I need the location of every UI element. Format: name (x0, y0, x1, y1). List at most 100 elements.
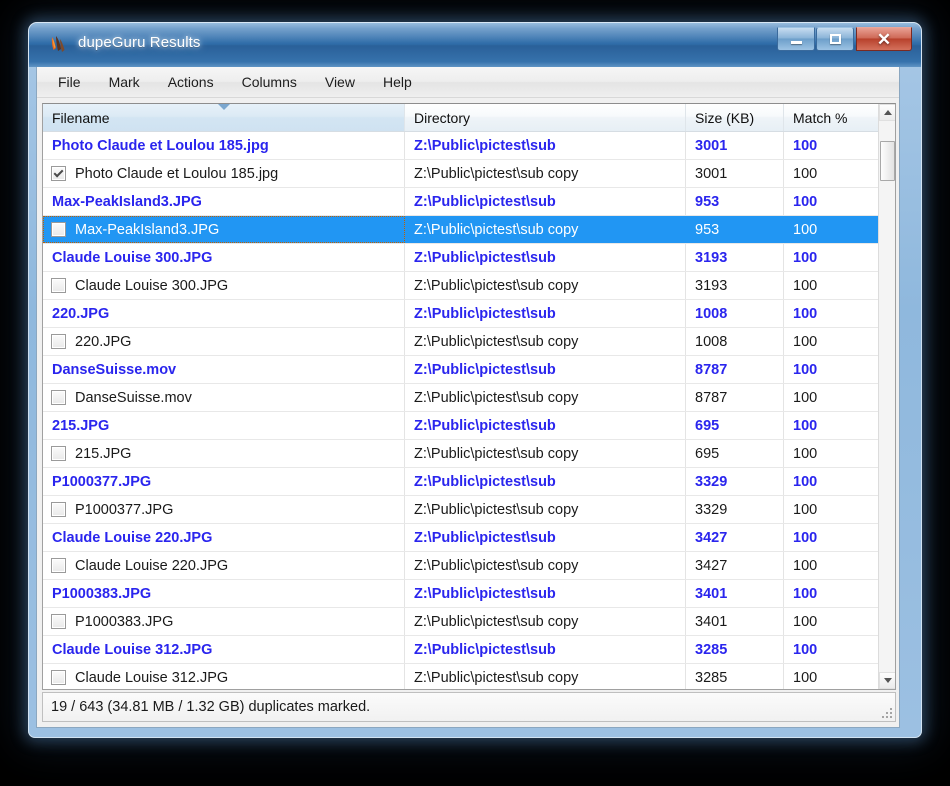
cell-size[interactable]: 695 (686, 440, 784, 467)
checkbox-unchecked-icon[interactable] (51, 502, 66, 517)
table-row[interactable]: P1000377.JPG Z:\Public\pictest\sub 3329 100 (43, 468, 880, 496)
cell-filename[interactable]: DanseSuisse.mov (43, 356, 405, 383)
cell-match[interactable]: 100 (784, 188, 880, 215)
cell-filename[interactable]: 215.JPG (43, 440, 405, 467)
cell-match[interactable]: 100 (784, 664, 880, 689)
cell-filename[interactable]: Max-PeakIsland3.JPG (43, 188, 405, 215)
table-row[interactable]: 220.JPG Z:\Public\pictest\sub 1008 100 (43, 300, 880, 328)
cell-size[interactable]: 3001 (686, 132, 784, 159)
cell-directory[interactable]: Z:\Public\pictest\sub copy (405, 552, 686, 579)
checkbox-checked-icon[interactable] (51, 166, 66, 181)
cell-size[interactable]: 3193 (686, 244, 784, 271)
cell-directory[interactable]: Z:\Public\pictest\sub copy (405, 664, 686, 689)
table-row[interactable]: Claude Louise 220.JPG Z:\Public\pictest\s… (43, 552, 880, 580)
table-row[interactable]: 215.JPG Z:\Public\pictest\sub 695 100 (43, 412, 880, 440)
cell-directory[interactable]: Z:\Public\pictest\sub copy (405, 216, 686, 243)
checkbox-unchecked-icon[interactable] (51, 334, 66, 349)
cell-directory[interactable]: Z:\Public\pictest\sub (405, 412, 686, 439)
cell-directory[interactable]: Z:\Public\pictest\sub (405, 468, 686, 495)
vertical-scrollbar[interactable] (878, 104, 895, 689)
table-row[interactable]: Claude Louise 300.JPG Z:\Public\pictest\s… (43, 272, 880, 300)
table-row[interactable]: 215.JPG Z:\Public\pictest\sub copy 695 100 (43, 440, 880, 468)
cell-filename[interactable]: P1000383.JPG (43, 608, 405, 635)
menu-item-help[interactable]: Help (370, 70, 425, 94)
cell-size[interactable]: 3329 (686, 468, 784, 495)
checkbox-unchecked-icon[interactable] (51, 446, 66, 461)
menu-item-columns[interactable]: Columns (229, 70, 310, 94)
cell-directory[interactable]: Z:\Public\pictest\sub copy (405, 160, 686, 187)
cell-filename[interactable]: Claude Louise 220.JPG (43, 524, 405, 551)
cell-size[interactable]: 1008 (686, 300, 784, 327)
cell-filename[interactable]: 220.JPG (43, 300, 405, 327)
cell-filename[interactable]: Claude Louise 300.JPG (43, 272, 405, 299)
cell-size[interactable]: 953 (686, 216, 784, 243)
maximize-button[interactable] (816, 27, 854, 51)
cell-match[interactable]: 100 (784, 524, 880, 551)
cell-size[interactable]: 3401 (686, 580, 784, 607)
table-row[interactable]: Max-PeakIsland3.JPG Z:\Public\pictest\sub… (43, 216, 880, 244)
menu-item-view[interactable]: View (312, 70, 368, 94)
table-row[interactable]: P1000383.JPG Z:\Public\pictest\sub copy 34… (43, 608, 880, 636)
title-bar[interactable]: dupeGuru Results ✕ (29, 23, 921, 67)
cell-size[interactable]: 3285 (686, 636, 784, 663)
table-row[interactable]: Claude Louise 312.JPG Z:\Public\pictest\s… (43, 664, 880, 689)
cell-filename[interactable]: P1000377.JPG (43, 468, 405, 495)
cell-directory[interactable]: Z:\Public\pictest\sub (405, 300, 686, 327)
table-row[interactable]: Photo Claude et Loulou 185.jpg Z:\Public\… (43, 132, 880, 160)
cell-size[interactable]: 3193 (686, 272, 784, 299)
cell-filename[interactable]: Claude Louise 220.JPG (43, 552, 405, 579)
cell-match[interactable]: 100 (784, 608, 880, 635)
resize-grip-icon[interactable] (879, 705, 892, 718)
table-row[interactable]: DanseSuisse.mov Z:\Public\pictest\sub 8787… (43, 356, 880, 384)
cell-size[interactable]: 695 (686, 412, 784, 439)
table-row[interactable]: 220.JPG Z:\Public\pictest\sub copy 1008 100 (43, 328, 880, 356)
cell-filename[interactable]: Max-PeakIsland3.JPG (43, 216, 405, 243)
cell-match[interactable]: 100 (784, 160, 880, 187)
table-row[interactable]: Claude Louise 220.JPG Z:\Public\pictest\s… (43, 524, 880, 552)
cell-size[interactable]: 8787 (686, 384, 784, 411)
cell-directory[interactable]: Z:\Public\pictest\sub (405, 244, 686, 271)
checkbox-unchecked-icon[interactable] (51, 390, 66, 405)
cell-match[interactable]: 100 (784, 440, 880, 467)
cell-size[interactable]: 953 (686, 188, 784, 215)
cell-filename[interactable]: DanseSuisse.mov (43, 384, 405, 411)
checkbox-unchecked-icon[interactable] (51, 278, 66, 293)
cell-size[interactable]: 3427 (686, 552, 784, 579)
close-button[interactable]: ✕ (856, 27, 912, 51)
column-header-match[interactable]: Match % (784, 104, 880, 131)
table-row[interactable]: Photo Claude et Loulou 185.jpg Z:\Public\… (43, 160, 880, 188)
cell-match[interactable]: 100 (784, 580, 880, 607)
cell-match[interactable]: 100 (784, 412, 880, 439)
table-row[interactable]: DanseSuisse.mov Z:\Public\pictest\sub cop… (43, 384, 880, 412)
cell-match[interactable]: 100 (784, 496, 880, 523)
cell-directory[interactable]: Z:\Public\pictest\sub copy (405, 608, 686, 635)
table-row[interactable]: P1000377.JPG Z:\Public\pictest\sub copy 33… (43, 496, 880, 524)
cell-filename[interactable]: Claude Louise 312.JPG (43, 664, 405, 689)
cell-match[interactable]: 100 (784, 216, 880, 243)
cell-directory[interactable]: Z:\Public\pictest\sub (405, 580, 686, 607)
cell-directory[interactable]: Z:\Public\pictest\sub (405, 132, 686, 159)
scroll-up-button[interactable] (879, 104, 895, 121)
cell-match[interactable]: 100 (784, 552, 880, 579)
cell-filename[interactable]: 215.JPG (43, 412, 405, 439)
table-row[interactable]: Claude Louise 300.JPG Z:\Public\pictest\s… (43, 244, 880, 272)
column-header-filename[interactable]: Filename (43, 104, 405, 131)
cell-directory[interactable]: Z:\Public\pictest\sub copy (405, 384, 686, 411)
scrollbar-thumb[interactable] (880, 141, 895, 181)
table-row[interactable]: Max-PeakIsland3.JPG Z:\Public\pictest\sub… (43, 188, 880, 216)
cell-directory[interactable]: Z:\Public\pictest\sub (405, 636, 686, 663)
cell-filename[interactable]: Photo Claude et Loulou 185.jpg (43, 160, 405, 187)
cell-size[interactable]: 3427 (686, 524, 784, 551)
cell-size[interactable]: 3329 (686, 496, 784, 523)
cell-size[interactable]: 3401 (686, 608, 784, 635)
scrollbar-track[interactable] (879, 121, 895, 672)
scroll-down-button[interactable] (879, 672, 895, 689)
cell-directory[interactable]: Z:\Public\pictest\sub (405, 188, 686, 215)
cell-size[interactable]: 8787 (686, 356, 784, 383)
menu-item-mark[interactable]: Mark (96, 70, 153, 94)
cell-directory[interactable]: Z:\Public\pictest\sub copy (405, 328, 686, 355)
cell-filename[interactable]: P1000377.JPG (43, 496, 405, 523)
column-header-directory[interactable]: Directory (405, 104, 686, 131)
table-row[interactable]: Claude Louise 312.JPG Z:\Public\pictest\s… (43, 636, 880, 664)
cell-directory[interactable]: Z:\Public\pictest\sub copy (405, 496, 686, 523)
